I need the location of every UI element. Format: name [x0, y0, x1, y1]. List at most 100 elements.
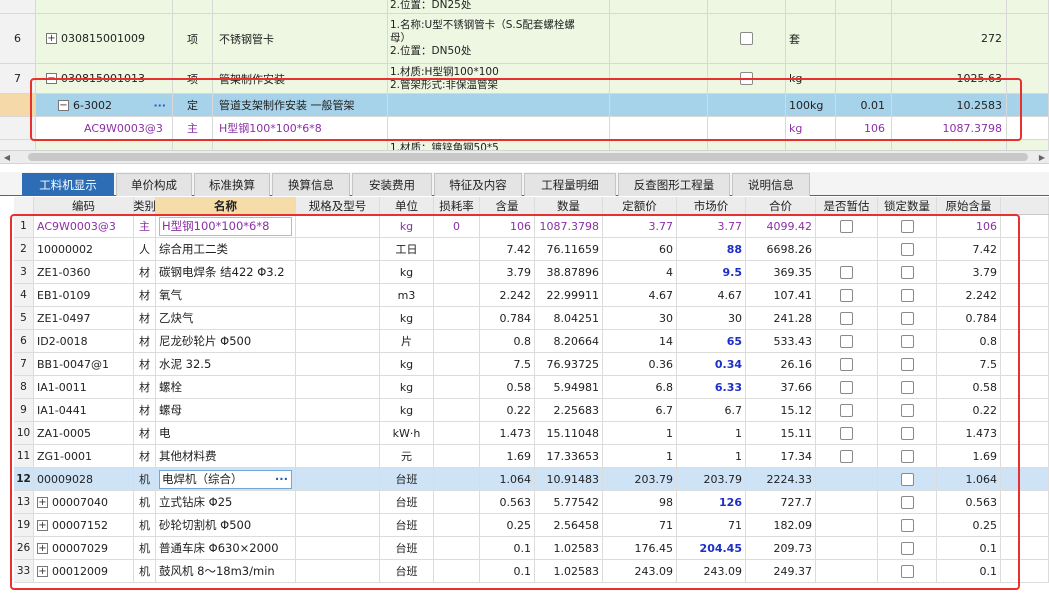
resource-loss-rate[interactable] [434, 537, 480, 559]
expand-icon[interactable]: + [37, 519, 48, 531]
collapse-icon[interactable]: − [46, 73, 57, 84]
scroll-left-icon[interactable]: ◀ [0, 151, 14, 163]
resource-name[interactable]: 碳钢电焊条 结422 Φ3.2 [156, 261, 296, 283]
provisional-checkbox[interactable] [840, 311, 853, 325]
lock-quantity-checkbox[interactable] [900, 242, 914, 256]
lock-quantity-checkbox[interactable] [900, 426, 914, 440]
resource-row[interactable]: 7 BB1-0047@1 材水泥 32.5 kg 7.5 76.93725 0.36 0.34… [14, 353, 1049, 376]
resource-spec[interactable] [296, 514, 380, 536]
resource-quantity[interactable]: 1087.3798 [535, 215, 603, 237]
resource-unit[interactable]: 台班 [380, 560, 434, 582]
resource-spec[interactable] [296, 284, 380, 306]
resource-spec[interactable] [296, 491, 380, 513]
tab-install-fee[interactable]: 安装费用 [352, 173, 432, 196]
resource-loss-rate[interactable] [434, 238, 480, 260]
checkbox[interactable] [740, 72, 753, 85]
lock-quantity-checkbox[interactable] [900, 518, 914, 532]
resource-row[interactable]: 13 +00007040 机立式钻床 Φ25 台班 0.563 5.77542 98 126 7… [14, 491, 1049, 514]
tab-graphic-quantity[interactable]: 反查图形工程量 [618, 173, 730, 196]
resource-row[interactable]: 12 00009028 机电焊机（综合） ··· 台班 1.064 10.91483 203.… [14, 468, 1049, 491]
resource-quantity[interactable]: 15.11048 [535, 422, 603, 444]
scroll-right-icon[interactable]: ▶ [1035, 151, 1049, 163]
resource-content[interactable]: 0.1 [480, 560, 535, 582]
provisional-checkbox[interactable] [840, 265, 853, 279]
bill-row[interactable]: 2.位置：DN25处 [0, 0, 1049, 14]
resource-unit[interactable]: m3 [380, 284, 434, 306]
resource-market-price[interactable]: 203.79 [677, 468, 746, 490]
resource-market-price[interactable]: 9.5 [677, 261, 746, 283]
resource-row[interactable]: 9 IA1-0441 材螺母 kg 0.22 2.25683 6.7 6.7 15.12 0.22 [14, 399, 1049, 422]
resource-row[interactable]: 4 EB1-0109 材氧气 m3 2.242 22.99911 4.67 4.67 107.4… [14, 284, 1049, 307]
resource-market-price[interactable]: 30 [677, 307, 746, 329]
resource-name[interactable]: 螺母 [156, 399, 296, 421]
resource-spec[interactable] [296, 353, 380, 375]
resource-unit[interactable]: kg [380, 353, 434, 375]
header-quota-price[interactable]: 定额价 [603, 197, 677, 214]
resource-row[interactable]: 5 ZE1-0497 材乙炔气 kg 0.784 8.04251 30 30 241.28 0.7… [14, 307, 1049, 330]
material-row[interactable]: AC9W0003@3 主 H型钢100*100*6*8 kg 106 1087.… [0, 117, 1049, 140]
resource-unit[interactable]: kW·h [380, 422, 434, 444]
resource-loss-rate[interactable] [434, 560, 480, 582]
resource-name[interactable]: H型钢100*100*6*8 [156, 215, 296, 237]
resource-content[interactable]: 2.242 [480, 284, 535, 306]
resource-unit[interactable]: kg [380, 307, 434, 329]
resource-market-price[interactable]: 0.34 [677, 353, 746, 375]
resource-loss-rate[interactable] [434, 261, 480, 283]
resource-market-price[interactable]: 3.77 [677, 215, 746, 237]
horizontal-scrollbar[interactable]: ◀ ▶ [0, 150, 1049, 164]
resource-quantity[interactable]: 5.94981 [535, 376, 603, 398]
resource-content[interactable]: 0.8 [480, 330, 535, 352]
header-quantity[interactable]: 数量 [535, 197, 603, 214]
lock-quantity-checkbox[interactable] [900, 357, 914, 371]
resource-spec[interactable] [296, 261, 380, 283]
resource-row[interactable]: 33 +00012009 机鼓风机 8～18m3/min 台班 0.1 1.02583 24… [14, 560, 1049, 583]
resource-loss-rate[interactable] [434, 284, 480, 306]
resource-spec[interactable] [296, 330, 380, 352]
header-total[interactable]: 合价 [746, 197, 816, 214]
resource-name[interactable]: 氧气 [156, 284, 296, 306]
resource-unit[interactable]: 台班 [380, 468, 434, 490]
lock-quantity-checkbox[interactable] [900, 380, 914, 394]
resource-name[interactable]: 普通车床 Φ630×2000 [156, 537, 296, 559]
resource-name[interactable]: 鼓风机 8～18m3/min [156, 560, 296, 582]
resource-content[interactable]: 0.1 [480, 537, 535, 559]
resource-name[interactable]: 电焊机（综合） ··· [156, 468, 296, 490]
resource-name[interactable]: 综合用工二类 [156, 238, 296, 260]
provisional-checkbox[interactable] [840, 403, 853, 417]
lock-quantity-checkbox[interactable] [900, 541, 914, 555]
lock-quantity-checkbox[interactable] [900, 265, 914, 279]
collapse-icon[interactable]: − [58, 99, 69, 111]
provisional-checkbox[interactable] [840, 219, 853, 233]
resource-spec[interactable] [296, 238, 380, 260]
tab-features[interactable]: 特征及内容 [434, 173, 522, 196]
lock-quantity-checkbox[interactable] [900, 449, 914, 463]
bill-row[interactable]: 1.材质：镀锌角钢50*5 [0, 140, 1049, 150]
provisional-checkbox[interactable] [840, 334, 853, 348]
tab-labor-material-machine[interactable]: 工料机显示 [22, 173, 114, 196]
bill-row[interactable]: 6 +030815001009 项 不锈钢管卡 1.名称:U型不锈钢管卡（S.S… [0, 14, 1049, 64]
resource-quantity[interactable]: 17.33653 [535, 445, 603, 467]
resource-market-price[interactable]: 1 [677, 445, 746, 467]
resource-content[interactable]: 7.5 [480, 353, 535, 375]
resource-market-price[interactable]: 126 [677, 491, 746, 513]
resource-name[interactable]: 立式钻床 Φ25 [156, 491, 296, 513]
header-category[interactable]: 类别 [134, 197, 156, 214]
resource-market-price[interactable]: 6.7 [677, 399, 746, 421]
resource-row[interactable]: 10 ZA1-0005 材电 kW·h 1.473 15.11048 1 1 15.11 1.47… [14, 422, 1049, 445]
resource-row[interactable]: 26 +00007029 机普通车床 Φ630×2000 台班 0.1 1.02583 17… [14, 537, 1049, 560]
resource-content[interactable]: 1.473 [480, 422, 535, 444]
lock-quantity-checkbox[interactable] [900, 311, 914, 325]
tab-quantity-detail[interactable]: 工程量明细 [524, 173, 616, 196]
lock-quantity-checkbox[interactable] [900, 495, 914, 509]
resource-row[interactable]: 19 +00007152 机砂轮切割机 Φ500 台班 0.25 2.56458 71 71 1… [14, 514, 1049, 537]
resource-unit[interactable]: 片 [380, 330, 434, 352]
header-unit[interactable]: 单位 [380, 197, 434, 214]
resource-loss-rate[interactable] [434, 468, 480, 490]
header-provisional[interactable]: 是否暂估 [816, 197, 878, 214]
resource-quantity[interactable]: 8.04251 [535, 307, 603, 329]
resource-unit[interactable]: 工日 [380, 238, 434, 260]
quota-row-selected[interactable]: −6-3002 ··· 定 管道支架制作安装 一般管架 100kg 0.01 10… [0, 94, 1049, 117]
resource-content[interactable]: 0.784 [480, 307, 535, 329]
expand-icon[interactable]: + [46, 33, 57, 44]
resource-content[interactable]: 0.22 [480, 399, 535, 421]
